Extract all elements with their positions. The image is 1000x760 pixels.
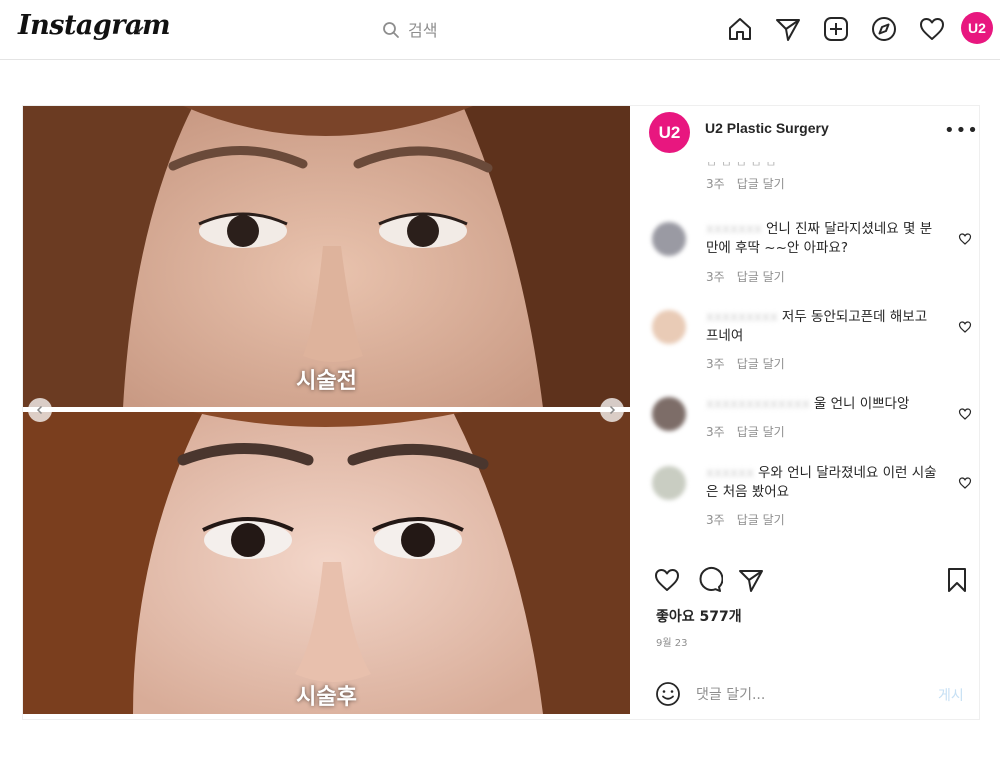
- commenter-avatar[interactable]: [652, 397, 686, 431]
- comment-meta: 3주 답글 달기: [706, 511, 797, 528]
- commenter-username[interactable]: xxxxxxx: [706, 221, 762, 237]
- commenter-avatar[interactable]: [652, 466, 686, 500]
- reply-button[interactable]: 답글 달기: [737, 357, 785, 371]
- comment-text: xxxxxx 우와 언니 달라졌네요 이런 시술은 처음 봤어요: [706, 465, 937, 500]
- comment-like-heart-icon[interactable]: [958, 476, 972, 490]
- reply-button[interactable]: 답글 달기: [737, 513, 785, 527]
- account-avatar[interactable]: U2: [649, 112, 690, 153]
- account-name[interactable]: U2 Plastic Surgery: [705, 120, 829, 136]
- comment-time: 3주: [706, 513, 725, 527]
- comment-meta: 3주 답글 달기: [706, 355, 797, 372]
- search-bar[interactable]: [372, 12, 640, 48]
- post-card: 시술전 시술후 U2 U2 Plastic Surgery ••• ㅁ ㅁ ㅁ …: [22, 105, 980, 720]
- like-heart-icon[interactable]: [653, 566, 681, 594]
- commenter-avatar[interactable]: [652, 310, 686, 344]
- post-header: U2 U2 Plastic Surgery •••: [630, 106, 980, 162]
- bookmark-icon[interactable]: [943, 566, 971, 594]
- comment-time: 3주: [706, 425, 725, 439]
- chevron-right-icon: [609, 405, 616, 415]
- top-navigation: Instagram U2: [0, 0, 1000, 60]
- comment-text: xxxxxxxxxxxxx 울 언니 이쁘다앙: [706, 396, 910, 412]
- comment-input[interactable]: [696, 684, 926, 706]
- home-icon[interactable]: [726, 15, 754, 43]
- after-photo: [23, 412, 630, 714]
- comment-like-heart-icon[interactable]: [958, 320, 972, 334]
- reply-button[interactable]: 답글 달기: [737, 177, 785, 191]
- partial-comment-text: ㅁ ㅁ ㅁ ㅁ ㅁ: [706, 162, 777, 170]
- comment-meta: 3주 답글 달기: [706, 175, 797, 192]
- carousel-prev-button[interactable]: [28, 398, 52, 422]
- direct-icon[interactable]: [774, 15, 802, 43]
- commenter-username[interactable]: xxxxxx: [706, 465, 754, 481]
- post-comment-button[interactable]: 게시: [938, 685, 964, 705]
- activity-heart-icon[interactable]: [918, 15, 946, 43]
- before-label: 시술전: [296, 369, 357, 394]
- comment-time: 3주: [706, 270, 725, 284]
- search-input[interactable]: [408, 18, 628, 42]
- likes-count[interactable]: 좋아요 577개: [656, 606, 742, 626]
- comment-like-heart-icon[interactable]: [958, 232, 972, 246]
- comment-bubble-icon[interactable]: [695, 566, 723, 594]
- comments-list[interactable]: ㅁ ㅁ ㅁ ㅁ ㅁ 3주 답글 달기 xxxxxxx 언니 진짜 달라지셨네요 몇 …: [630, 162, 980, 556]
- more-options-icon[interactable]: •••: [944, 120, 979, 141]
- chevron-left-icon: [36, 405, 43, 415]
- commenter-username[interactable]: xxxxxxxxx: [706, 309, 778, 325]
- comment-time: 3주: [706, 177, 725, 191]
- emoji-smiley-icon[interactable]: [655, 681, 681, 707]
- share-direct-icon[interactable]: [737, 566, 765, 594]
- comment-like-heart-icon[interactable]: [958, 407, 972, 421]
- add-comment-bar: 게시: [630, 674, 980, 718]
- comment-text: xxxxxxxxx 저두 동안되고픈데 해보고 프네여: [706, 309, 928, 344]
- search-icon: [383, 22, 399, 38]
- post-actions: [630, 561, 980, 601]
- post-media[interactable]: 시술전 시술후: [23, 106, 630, 714]
- reply-button[interactable]: 답글 달기: [737, 425, 785, 439]
- post-date[interactable]: 9월 23: [656, 634, 687, 649]
- post-side-panel: U2 U2 Plastic Surgery ••• ㅁ ㅁ ㅁ ㅁ ㅁ 3주답글…: [630, 106, 980, 719]
- commenter-avatar[interactable]: [652, 222, 686, 256]
- comment-meta: 3주 답글 달기: [706, 268, 797, 285]
- after-label: 시술후: [296, 685, 357, 710]
- explore-icon[interactable]: [870, 15, 898, 43]
- chevron-down-icon[interactable]: [132, 22, 146, 36]
- carousel-next-button[interactable]: [600, 398, 624, 422]
- comment-meta: 3주 답글 달기: [706, 423, 797, 440]
- comment-time: 3주: [706, 357, 725, 371]
- comment-text: xxxxxxx 언니 진짜 달라지셨네요 몇 분 만에 후딱 ~~안 아파요?: [706, 221, 933, 256]
- instagram-logo[interactable]: Instagram: [18, 10, 171, 41]
- reply-button[interactable]: 답글 달기: [737, 270, 785, 284]
- new-post-icon[interactable]: [822, 15, 850, 43]
- profile-avatar[interactable]: U2: [961, 12, 993, 44]
- commenter-username[interactable]: xxxxxxxxxxxxx: [706, 396, 810, 412]
